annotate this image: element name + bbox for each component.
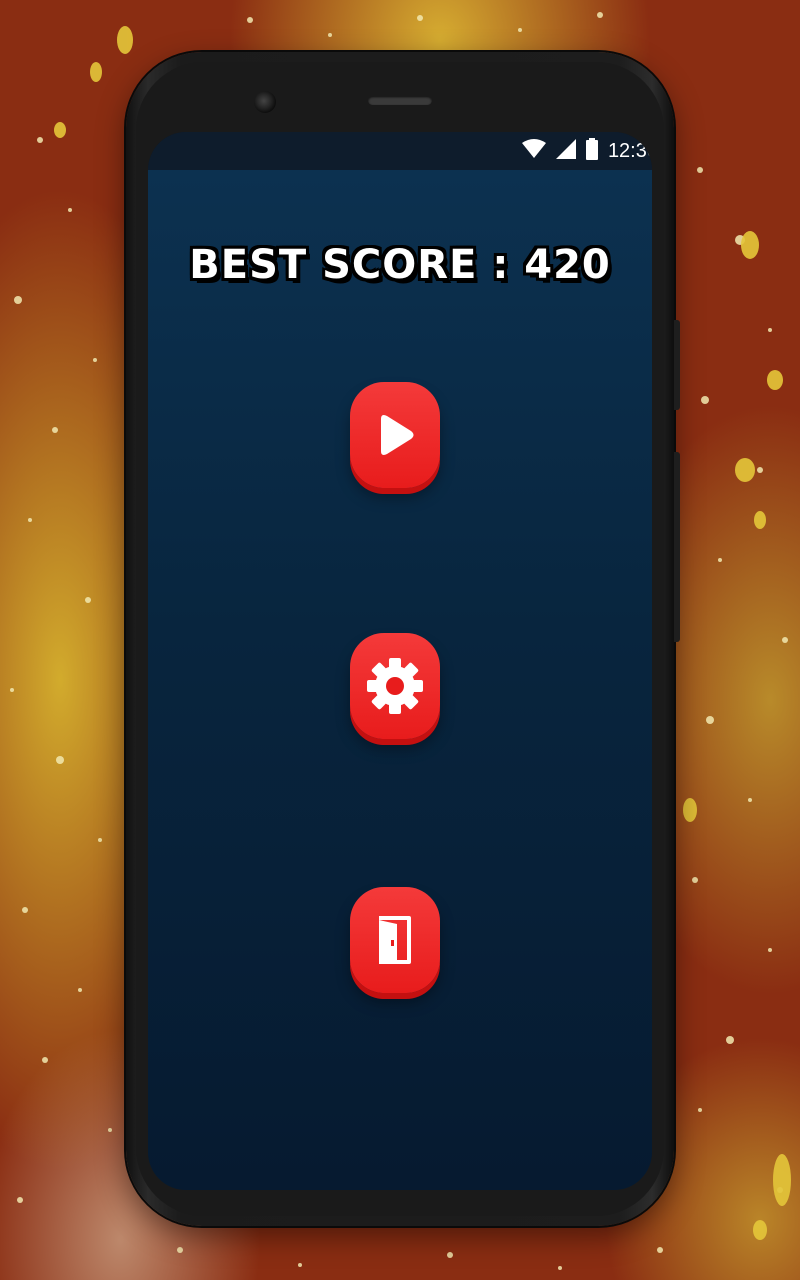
- best-score-label: BEST SCORE : 420: [189, 242, 611, 288]
- volume-button: [674, 320, 680, 410]
- door-exit-icon: [375, 914, 415, 966]
- phone-device: 12:30 BEST SCORE : 420: [126, 52, 680, 1226]
- exit-button[interactable]: [350, 887, 440, 993]
- wifi-icon: [521, 139, 546, 163]
- earpiece-speaker: [368, 96, 432, 105]
- status-time: 12:30: [607, 139, 652, 162]
- status-icons: 12:30: [521, 138, 652, 164]
- status-bar: 12:30: [148, 132, 652, 170]
- front-camera: [254, 91, 276, 113]
- phone-screen: 12:30 BEST SCORE : 420: [148, 132, 652, 1190]
- play-icon: [375, 413, 415, 457]
- battery-icon: [585, 138, 598, 164]
- settings-button[interactable]: [350, 633, 440, 739]
- gear-icon: [366, 657, 424, 715]
- cell-signal-icon: [555, 139, 576, 163]
- main-menu: BEST SCORE : 420: [148, 170, 652, 1190]
- power-button: [674, 452, 680, 642]
- play-button[interactable]: [350, 382, 440, 488]
